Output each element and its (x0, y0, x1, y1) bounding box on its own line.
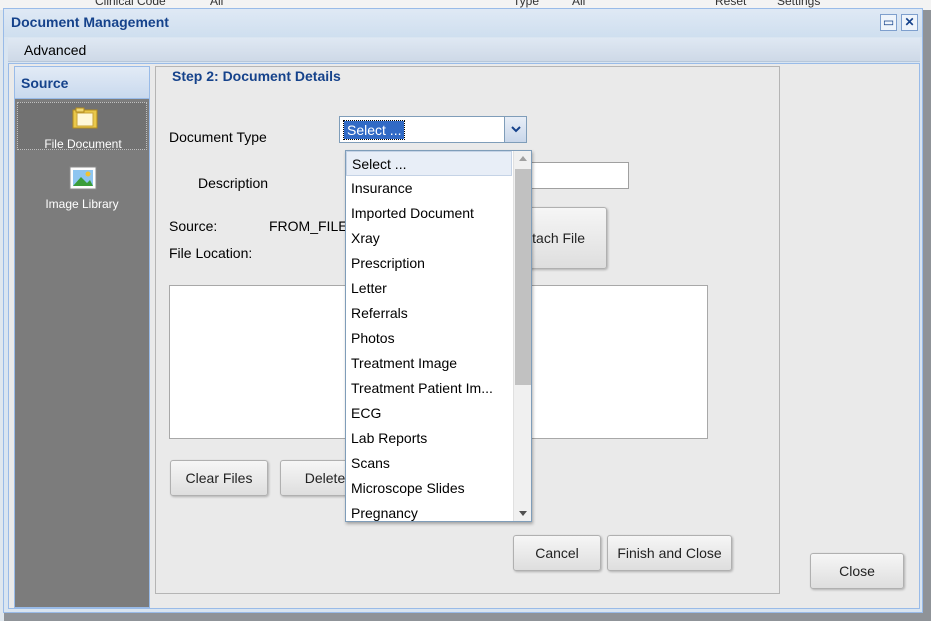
dropdown-option[interactable]: Insurance (346, 176, 512, 201)
chevron-down-icon (511, 126, 521, 133)
dropdown-option[interactable]: Prescription (346, 251, 512, 276)
document-type-value: Select ... (342, 120, 406, 140)
close-icon[interactable]: ✕ (901, 14, 918, 31)
dropdown-option[interactable]: Letter (346, 276, 512, 301)
dropdown-option[interactable]: Select ... (346, 151, 512, 176)
source-header: Source (15, 67, 149, 99)
cancel-button[interactable]: Cancel (513, 535, 601, 571)
dropdown-option[interactable]: Lab Reports (346, 426, 512, 451)
menubar: Advanced (8, 38, 920, 62)
description-field[interactable] (525, 162, 629, 189)
scroll-down-icon[interactable] (514, 505, 532, 521)
dropdown-option[interactable]: Pregnancy (346, 501, 512, 521)
source-item-file-document[interactable]: File Document (17, 102, 147, 151)
close-button[interactable]: Close (810, 553, 904, 589)
source-label: Source: (169, 218, 218, 234)
scroll-up-icon[interactable] (514, 151, 532, 167)
bg-settings-button: Settings (777, 0, 821, 8)
bg-clinical-code-value: All (210, 0, 224, 8)
dropdown-option[interactable]: Scans (346, 451, 512, 476)
dropdown-option[interactable]: Treatment Patient Im... (346, 376, 512, 401)
dropdown-option[interactable]: Microscope Slides (346, 476, 512, 501)
finish-and-close-button[interactable]: Finish and Close (607, 535, 732, 571)
dropdown-option[interactable]: Photos (346, 326, 512, 351)
dropdown-option[interactable]: Imported Document (346, 201, 512, 226)
maximize-icon[interactable]: ▭ (880, 14, 897, 31)
bg-reset-button: Reset (715, 0, 747, 8)
dropdown-option[interactable]: Referrals (346, 301, 512, 326)
scrollbar-thumb[interactable] (515, 169, 531, 385)
source-item-label: File Document (44, 137, 122, 151)
dropdown-trigger[interactable] (504, 117, 526, 142)
document-type-select[interactable]: Select ... (339, 116, 527, 143)
dropdown-option[interactable]: ECG (346, 401, 512, 426)
clear-files-button[interactable]: Clear Files (170, 460, 268, 496)
source-sidebar: Source File Document Image Library (14, 66, 150, 608)
dropdown-option[interactable]: Xray (346, 226, 512, 251)
document-type-dropdown-list[interactable]: Select ... Insurance Imported Document X… (345, 150, 532, 522)
main-panel: Source File Document Image Library Step … (8, 63, 920, 609)
menu-advanced[interactable]: Advanced (24, 42, 86, 58)
description-label: Description (198, 175, 269, 191)
image-icon (69, 166, 97, 190)
bg-type-label: Type (513, 0, 540, 8)
source-item-label: Image Library (45, 197, 119, 211)
folder-icon (72, 107, 98, 129)
window-title: Document Management (11, 14, 169, 30)
dropdown-option[interactable]: Treatment Image (346, 351, 512, 376)
source-value: FROM_FILE (269, 218, 348, 234)
source-item-image-library[interactable]: Image Library (17, 163, 147, 211)
bg-type-value: All (572, 0, 586, 8)
document-management-window: Document Management ▭ ✕ Advanced Source … (3, 8, 923, 613)
dropdown-scrollbar[interactable] (513, 151, 531, 521)
bg-clinical-code-label: Clinical Code (95, 0, 166, 8)
step-title: Step 2: Document Details (169, 68, 344, 84)
file-location-label: File Location: (169, 245, 253, 261)
document-type-label: Document Type (169, 129, 267, 145)
window-titlebar[interactable]: Document Management ▭ ✕ (4, 9, 922, 37)
